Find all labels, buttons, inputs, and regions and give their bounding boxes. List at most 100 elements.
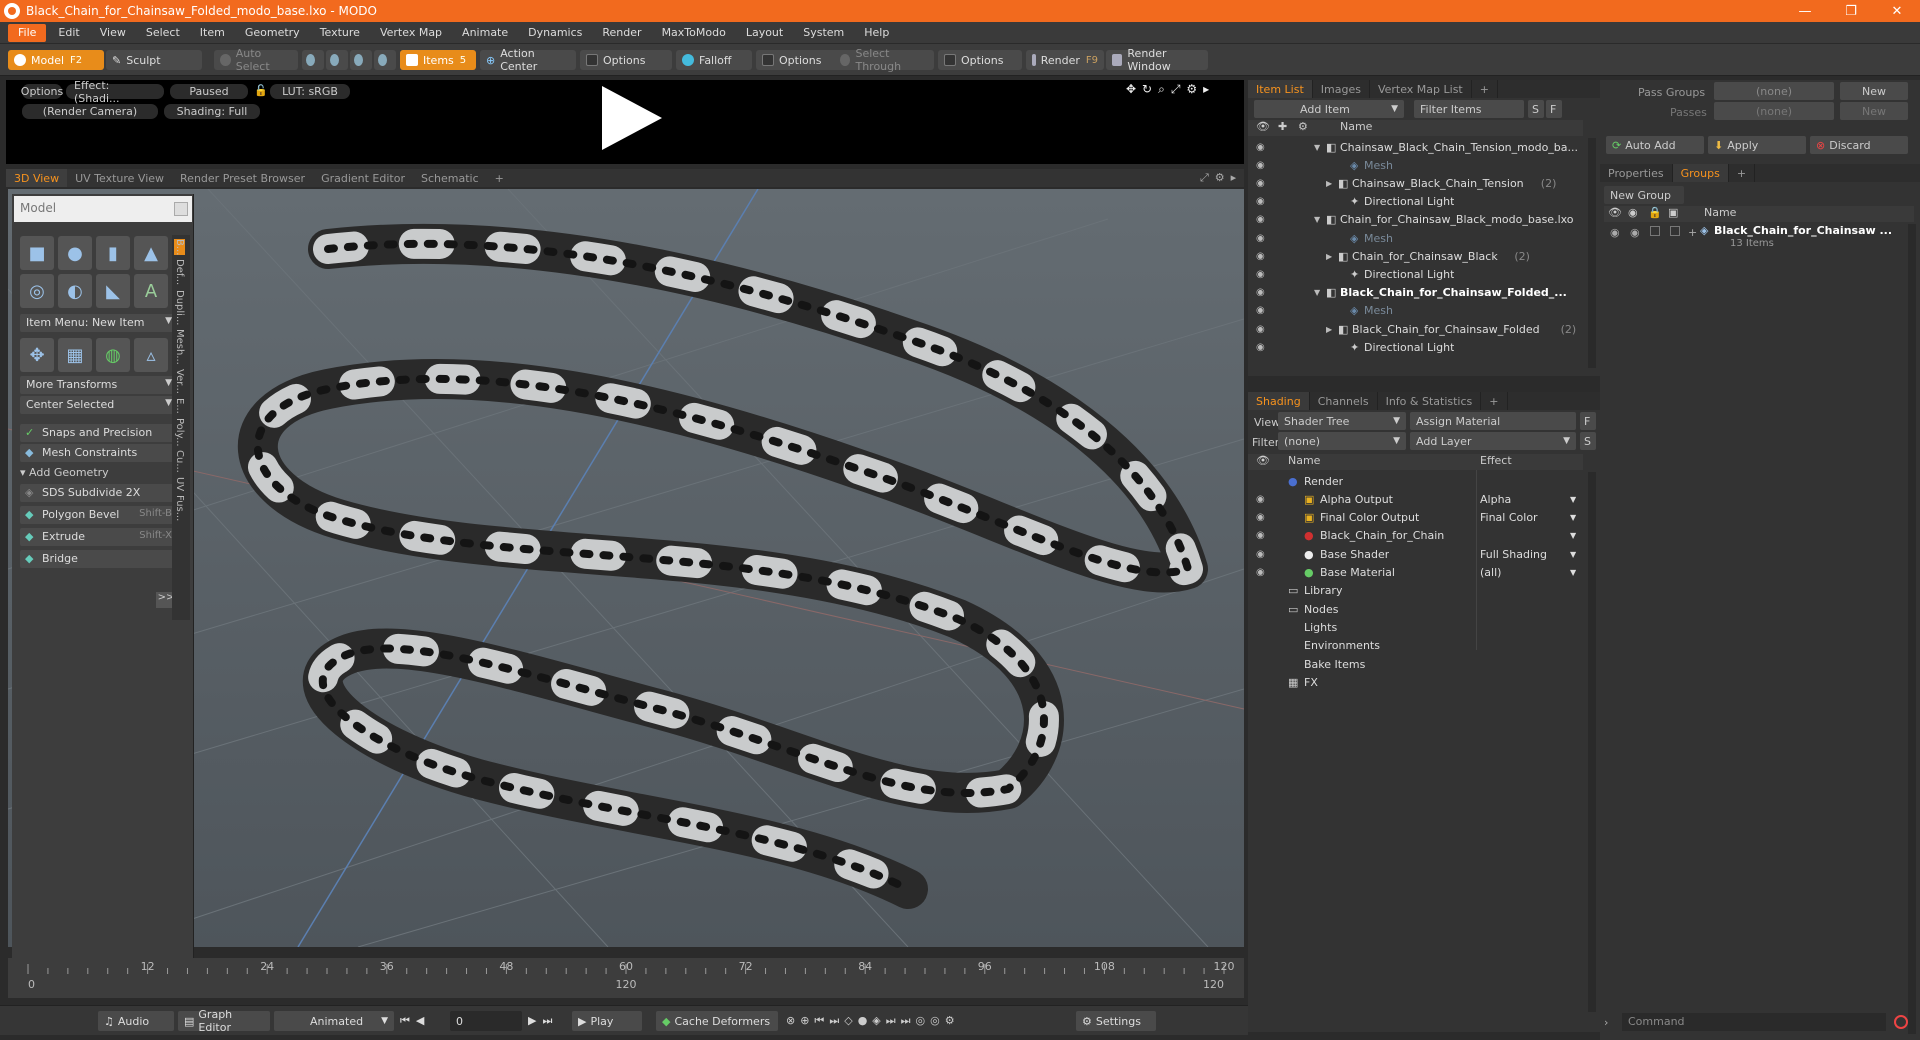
- shader-tree-row[interactable]: ● Render: [1248, 472, 1583, 490]
- expand-arrow-icon[interactable]: ▶: [1326, 252, 1332, 261]
- menu-item-item[interactable]: Item: [190, 22, 235, 43]
- item-list-row[interactable]: ◉ ◈ Mesh: [1248, 229, 1583, 247]
- audio-button[interactable]: ♫ Audio: [98, 1011, 174, 1031]
- preview-options-button[interactable]: Options: [21, 84, 63, 99]
- visibility-eye-icon[interactable]: ◉: [1256, 287, 1268, 298]
- command-expand-icon[interactable]: ›: [1604, 1016, 1608, 1029]
- preview-paused-button[interactable]: Paused: [170, 84, 248, 99]
- visibility-eye-icon[interactable]: ◉: [1256, 305, 1268, 316]
- globe-icon[interactable]: ◍: [96, 338, 130, 372]
- menu-item-select[interactable]: Select: [136, 22, 190, 43]
- falloff-button[interactable]: Falloff: [676, 50, 752, 70]
- item-list-row[interactable]: ◉ ▶ ◧ Chainsaw_Black_Chain_Tension (2): [1248, 174, 1583, 192]
- playback-end-controls[interactable]: ▶⏭: [528, 1014, 558, 1028]
- pass-groups-dropdown[interactable]: (none): [1714, 82, 1834, 100]
- shader-tree-row[interactable]: ◉ ▣ Final Color Output Final Color ▼: [1248, 509, 1583, 527]
- side-tab[interactable]: Dupli...: [174, 290, 185, 325]
- render-button[interactable]: Render F9: [1026, 50, 1104, 70]
- visibility-eye-icon[interactable]: ◉: [1256, 567, 1268, 578]
- expand-arrow-icon[interactable]: ▶: [1326, 325, 1332, 334]
- shader-tree-row[interactable]: Lights: [1248, 618, 1583, 636]
- frame-input[interactable]: 0: [450, 1011, 522, 1031]
- menu-item-texture[interactable]: Texture: [310, 22, 370, 43]
- menu-item-vertex-map[interactable]: Vertex Map: [370, 22, 452, 43]
- mesh-constraints-button[interactable]: ◆ Mesh Constraints: [20, 444, 178, 462]
- bridge-button[interactable]: ◆ Bridge: [20, 550, 178, 568]
- sds-subdivide-button[interactable]: ◈ SDS Subdivide 2X: [20, 484, 178, 502]
- group-lock-icon[interactable]: [1650, 226, 1660, 236]
- panel-tab[interactable]: +: [1472, 80, 1498, 98]
- grid-icon[interactable]: ▦: [58, 338, 92, 372]
- assign-material-button[interactable]: Assign Material: [1410, 412, 1576, 430]
- polygons-mode-button[interactable]: [350, 50, 372, 70]
- sphere-icon[interactable]: ●: [58, 236, 92, 270]
- new-group-button[interactable]: New Group: [1604, 186, 1684, 204]
- item-list-row[interactable]: ◉ ▼ ◧ Chain_for_Chainsaw_Black_modo_base.lx…: [1248, 211, 1583, 229]
- item-list-row[interactable]: ◉ ◈ Mesh: [1248, 156, 1583, 174]
- item-list-scrollbar[interactable]: [1588, 138, 1596, 368]
- group-eye-icon[interactable]: ◉: [1610, 226, 1620, 239]
- cube-icon[interactable]: ■: [20, 236, 54, 270]
- preview-camera-dropdown[interactable]: (Render Camera): [22, 104, 158, 119]
- graph-editor-button[interactable]: ▤ Graph Editor: [178, 1008, 270, 1034]
- timeline[interactable]: 12 24 36 48 60 72 84 96 108 120 0 120 120: [8, 958, 1244, 998]
- key-controls-icons[interactable]: ⊗⊕⏮⏭◇●◈⏭⏭◎◎⚙: [786, 1014, 960, 1028]
- effect-dropdown[interactable]: Alpha: [1480, 493, 1511, 506]
- side-tab[interactable]: Cu...: [174, 450, 185, 473]
- snaps-precision-button[interactable]: ✓ Snaps and Precision: [20, 424, 178, 442]
- model-mode-button[interactable]: Model F2: [8, 50, 104, 70]
- effect-dropdown[interactable]: Full Shading: [1480, 548, 1547, 561]
- item-list-row[interactable]: ◉ ▼ ◧ Chainsaw_Black_Chain_Tension_modo_ba.…: [1248, 138, 1583, 156]
- menu-item-geometry[interactable]: Geometry: [235, 22, 310, 43]
- visibility-eye-icon[interactable]: ◉: [1256, 142, 1268, 153]
- apply-button[interactable]: ⬇ Apply: [1708, 136, 1806, 154]
- vertices-mode-button[interactable]: [302, 50, 324, 70]
- torus-icon[interactable]: ◎: [20, 274, 54, 308]
- group-render-icon[interactable]: ◉: [1630, 226, 1640, 239]
- pen-icon[interactable]: ◣: [96, 274, 130, 308]
- visibility-eye-icon[interactable]: ◉: [1256, 549, 1268, 560]
- side-tab[interactable]: Fus...: [174, 495, 185, 521]
- passes-dropdown[interactable]: (none): [1714, 102, 1834, 120]
- effect-dropdown[interactable]: (all): [1480, 566, 1501, 579]
- preview-shading-dropdown[interactable]: Shading: Full: [164, 104, 260, 119]
- cone-icon[interactable]: ▲: [134, 236, 168, 270]
- visibility-eye-icon[interactable]: ◉: [1256, 494, 1268, 505]
- item-list-row[interactable]: ◉ ▶ ◧ Chain_for_Chainsaw_Black (2): [1248, 247, 1583, 265]
- new-pass-group-button[interactable]: New: [1840, 82, 1908, 100]
- side-tab[interactable]: Def...: [174, 259, 185, 285]
- side-tab[interactable]: Ver...: [174, 369, 185, 394]
- preview-effect-dropdown[interactable]: Effect: (Shadi...: [66, 79, 164, 105]
- animated-dropdown[interactable]: Animated ▼: [274, 1011, 394, 1031]
- cylinder-icon[interactable]: ▮: [96, 236, 130, 270]
- filter-items-field[interactable]: Filter Items: [1414, 100, 1524, 118]
- visibility-eye-icon[interactable]: ◉: [1256, 269, 1268, 280]
- shader-tree-row[interactable]: Bake Items: [1248, 655, 1583, 673]
- visibility-eye-icon[interactable]: ◉: [1256, 251, 1268, 262]
- edges-mode-button[interactable]: [326, 50, 348, 70]
- shading-s-button[interactable]: S: [1580, 432, 1596, 450]
- visibility-eye-icon[interactable]: ◉: [1256, 342, 1268, 353]
- item-list-row[interactable]: ◉ ▶ ◧ Black_Chain_for_Chainsaw_Folded (2): [1248, 320, 1583, 338]
- side-tab[interactable]: E...: [174, 398, 185, 414]
- render-window-button[interactable]: Render Window: [1106, 47, 1208, 73]
- sculpt-mode-button[interactable]: ✎ Sculpt: [106, 50, 202, 70]
- spike-icon[interactable]: ▵: [134, 338, 168, 372]
- menu-item-system[interactable]: System: [793, 22, 854, 43]
- playback-start-controls[interactable]: ⏮◀: [400, 1014, 430, 1028]
- visibility-eye-icon[interactable]: ◉: [1256, 214, 1268, 225]
- group-row[interactable]: ◉ ◉ + ◈ Black_Chain_for_Chainsaw ... 13 …: [1604, 224, 1914, 254]
- item-list-row[interactable]: ◉ ✦ Directional Light: [1248, 193, 1583, 211]
- item-list-row[interactable]: ◉ ✦ Directional Light: [1248, 338, 1583, 356]
- select-options-button[interactable]: Options: [938, 50, 1022, 70]
- shader-tree-row[interactable]: ▭ Library: [1248, 582, 1583, 600]
- viewport-tab-schematic[interactable]: Schematic: [413, 169, 487, 187]
- shading-f-button[interactable]: F: [1580, 412, 1596, 430]
- shader-tree-row[interactable]: ▭ Nodes: [1248, 600, 1583, 618]
- side-tab[interactable]: Poly...: [174, 418, 185, 447]
- play-button[interactable]: ▶ Play: [572, 1011, 642, 1031]
- item-list-row[interactable]: ◉ ✦ Directional Light: [1248, 265, 1583, 283]
- chain-model[interactable]: [237, 223, 1208, 909]
- panel-tab[interactable]: Shading: [1248, 392, 1310, 410]
- menu-item-file[interactable]: File: [8, 23, 47, 42]
